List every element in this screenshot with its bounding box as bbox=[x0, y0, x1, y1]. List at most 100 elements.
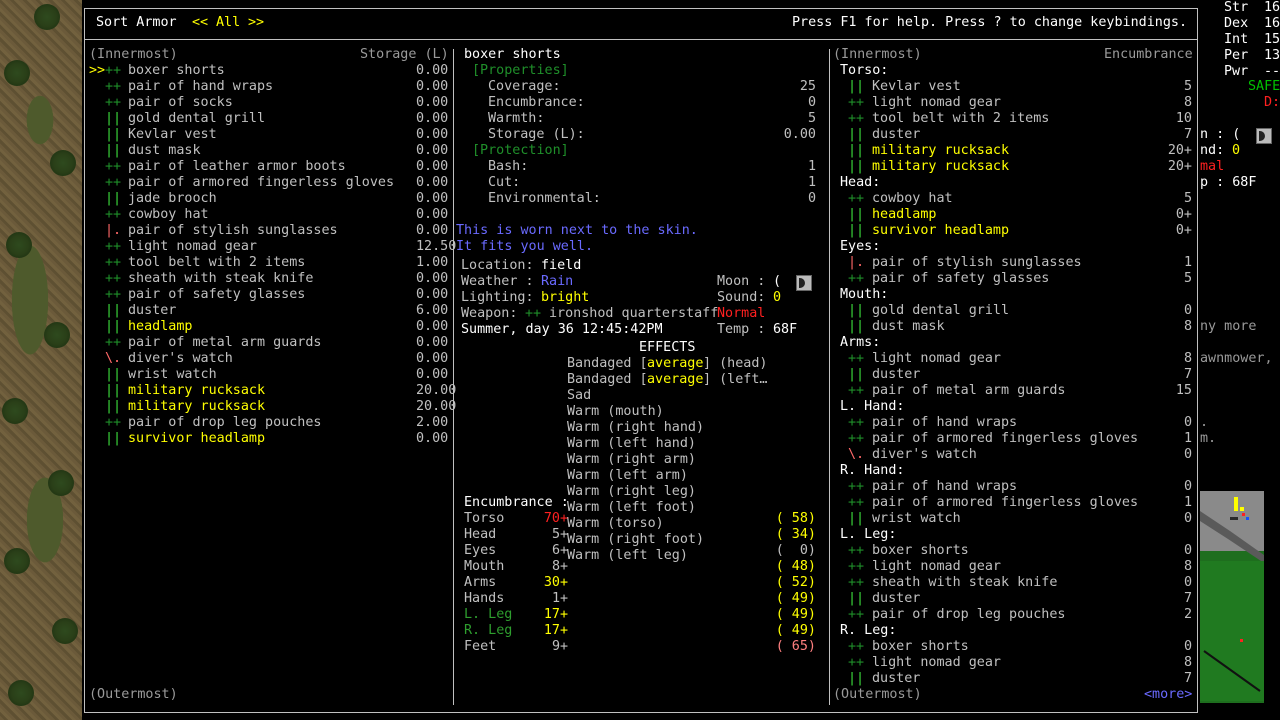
item-name[interactable]: survivor headlamp bbox=[872, 223, 1009, 239]
layer-symbol: ++ bbox=[105, 287, 122, 302]
item-name[interactable]: duster bbox=[872, 671, 920, 687]
hud-moon-fragment: n : ( bbox=[1200, 127, 1241, 142]
sort-armor-label[interactable]: Sort Armor bbox=[96, 15, 177, 31]
item-name[interactable]: dust mask bbox=[872, 319, 945, 335]
encumbrance-layer-penalty: +0 bbox=[560, 575, 568, 590]
more-indicator[interactable]: <more> bbox=[1144, 687, 1192, 703]
item-storage: 0.00 bbox=[416, 223, 449, 238]
item-name[interactable]: pair of safety glasses bbox=[128, 287, 305, 303]
item-name[interactable]: light nomad gear bbox=[872, 351, 1001, 367]
hud-temp-fragment: p : 68F bbox=[1200, 175, 1257, 190]
stat-value: 16 bbox=[1264, 16, 1280, 31]
tree-icon bbox=[44, 322, 70, 348]
item-name[interactable]: duster bbox=[872, 127, 920, 143]
tree-icon bbox=[4, 548, 30, 574]
item-name[interactable]: gold dental grill bbox=[872, 303, 1009, 319]
layer-symbol: || bbox=[848, 319, 865, 334]
item-storage: 0.00 bbox=[416, 271, 449, 286]
layer-symbol: ++ bbox=[105, 95, 122, 110]
encumbrance-header: Encumbrance : bbox=[464, 495, 566, 510]
filter-value[interactable]: All bbox=[216, 15, 240, 31]
item-storage: 0.00 bbox=[416, 63, 449, 78]
item-name[interactable]: pair of stylish sunglasses bbox=[872, 255, 1082, 271]
item-name[interactable]: duster bbox=[872, 591, 920, 607]
item-encumbrance: 0+ bbox=[1175, 207, 1192, 222]
effect-entry: Warm (right hand) bbox=[567, 420, 705, 435]
item-encumbrance: 8 bbox=[1183, 351, 1192, 366]
item-name[interactable]: cowboy hat bbox=[128, 207, 209, 223]
item-name[interactable]: boxer shorts bbox=[128, 63, 225, 79]
item-name[interactable]: military rucksack bbox=[872, 143, 1009, 159]
item-name[interactable]: duster bbox=[872, 367, 920, 383]
item-name[interactable]: diver's watch bbox=[872, 447, 977, 463]
item-name[interactable]: light nomad gear bbox=[872, 559, 1001, 575]
layer-symbol: ++ bbox=[848, 351, 865, 366]
item-name[interactable]: military rucksack bbox=[128, 383, 265, 399]
item-name[interactable]: headlamp bbox=[872, 207, 937, 223]
hud-message: ny more bbox=[1200, 319, 1257, 334]
item-storage: 0.00 bbox=[416, 351, 449, 366]
item-name[interactable]: pair of stylish sunglasses bbox=[128, 223, 338, 239]
item-name[interactable]: gold dental grill bbox=[128, 111, 265, 127]
item-name[interactable]: tool belt with 2 items bbox=[128, 255, 305, 271]
item-name[interactable]: pair of leather armor boots bbox=[128, 159, 346, 175]
hud-moon-icon bbox=[1256, 128, 1272, 145]
item-name[interactable]: sheath with steak knife bbox=[128, 271, 313, 287]
item-name[interactable]: military rucksack bbox=[872, 159, 1009, 175]
item-name[interactable]: duster bbox=[128, 303, 176, 319]
layer-symbol: || bbox=[105, 303, 122, 318]
item-name[interactable]: light nomad gear bbox=[872, 95, 1001, 111]
location-value: field bbox=[541, 258, 582, 273]
item-name[interactable]: pair of hand wraps bbox=[128, 79, 273, 95]
item-name[interactable]: pair of drop leg pouches bbox=[128, 415, 321, 431]
item-name[interactable]: light nomad gear bbox=[128, 239, 257, 255]
item-name[interactable]: wrist watch bbox=[128, 367, 217, 383]
danger-indicator: D: bbox=[1264, 95, 1280, 110]
filter-next-button[interactable]: >> bbox=[248, 15, 264, 31]
item-name[interactable]: boxer shorts bbox=[872, 543, 969, 559]
item-name[interactable]: pair of drop leg pouches bbox=[872, 607, 1065, 623]
encumbrance-bodypart: Mouth bbox=[464, 559, 505, 574]
encumbrance-value: 1 bbox=[551, 591, 560, 606]
item-name[interactable]: pair of safety glasses bbox=[872, 271, 1049, 287]
item-name[interactable]: Kevlar vest bbox=[128, 127, 217, 143]
item-name[interactable]: tool belt with 2 items bbox=[872, 111, 1049, 127]
filter-prev-button[interactable]: << bbox=[192, 15, 208, 31]
item-name[interactable]: Kevlar vest bbox=[872, 79, 961, 95]
item-name[interactable]: light nomad gear bbox=[872, 655, 1001, 671]
item-name[interactable]: pair of armored fingerless gloves bbox=[872, 495, 1138, 511]
item-name[interactable]: cowboy hat bbox=[872, 191, 953, 207]
item-name[interactable]: pair of metal arm guards bbox=[128, 335, 321, 351]
item-encumbrance: 5 bbox=[1183, 271, 1192, 286]
item-name[interactable]: jade brooch bbox=[128, 191, 217, 207]
item-name[interactable]: boxer shorts bbox=[872, 639, 969, 655]
encumbrance-layer-penalty: +0 bbox=[560, 559, 568, 574]
left-col-title: (Innermost) bbox=[89, 47, 178, 62]
item-name[interactable]: headlamp bbox=[128, 319, 193, 335]
item-name[interactable]: sheath with steak knife bbox=[872, 575, 1057, 591]
item-name[interactable]: diver's watch bbox=[128, 351, 233, 367]
item-name[interactable]: pair of hand wraps bbox=[872, 415, 1017, 431]
protection-value: 1 bbox=[807, 159, 816, 174]
item-encumbrance: 20+ bbox=[1167, 143, 1192, 158]
hud-sound-value: 0 bbox=[1232, 143, 1241, 158]
item-name[interactable]: pair of armored fingerless gloves bbox=[128, 175, 394, 191]
item-name[interactable]: military rucksack bbox=[128, 399, 265, 415]
layer-symbol: || bbox=[105, 191, 122, 206]
properties-header: [Properties] bbox=[472, 63, 569, 78]
item-name[interactable]: pair of metal arm guards bbox=[872, 383, 1065, 399]
property-label: Encumbrance: bbox=[488, 95, 585, 110]
encumbrance-value: 9 bbox=[551, 639, 560, 654]
encumbrance-bodypart: Head bbox=[464, 527, 497, 542]
item-name[interactable]: pair of armored fingerless gloves bbox=[872, 431, 1138, 447]
location-label: Location: bbox=[461, 258, 534, 273]
item-name[interactable]: dust mask bbox=[128, 143, 201, 159]
encumbrance-value: 8 bbox=[551, 559, 560, 574]
moon-label: Moon : bbox=[717, 274, 766, 289]
item-name[interactable]: survivor headlamp bbox=[128, 431, 265, 447]
item-name[interactable]: pair of socks bbox=[128, 95, 233, 111]
encumbrance-value: 17 bbox=[543, 607, 560, 622]
item-name[interactable]: wrist watch bbox=[872, 511, 961, 527]
item-name[interactable]: pair of hand wraps bbox=[872, 479, 1017, 495]
help-hint: Press F1 for help. Press ? to change key… bbox=[792, 15, 1188, 30]
